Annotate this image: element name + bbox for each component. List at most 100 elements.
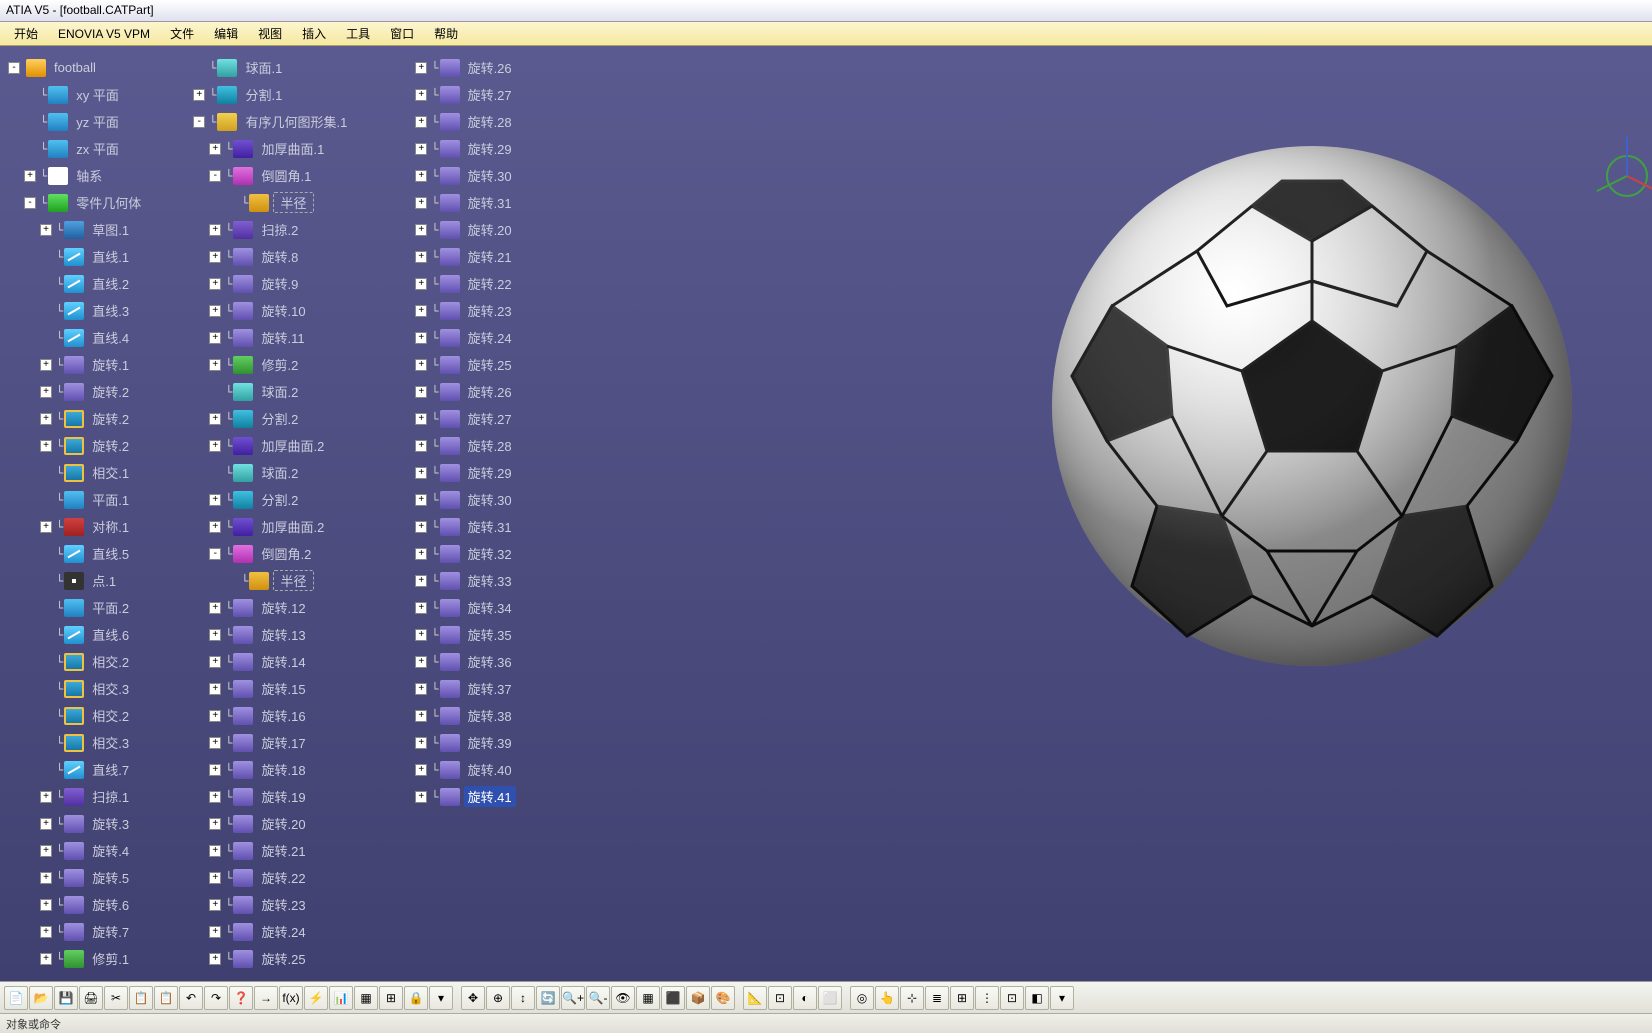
menu-帮助[interactable]: 帮助 xyxy=(424,25,468,42)
menu-工具[interactable]: 工具 xyxy=(336,25,380,42)
view-compass[interactable] xyxy=(1587,126,1652,206)
expand-icon[interactable]: + xyxy=(209,926,221,938)
tree-node-8[interactable]: └直线.2 xyxy=(4,270,157,297)
tree-node-39[interactable]: └半径 xyxy=(157,189,363,216)
expand-icon[interactable]: + xyxy=(415,575,427,587)
expand-icon[interactable]: + xyxy=(415,251,427,263)
tree-node-49[interactable]: └球面.2 xyxy=(157,459,363,486)
toolbar-button-19[interactable]: ✥ xyxy=(461,986,485,1010)
expand-icon[interactable]: + xyxy=(415,170,427,182)
tree-node-55[interactable]: +└旋转.13 xyxy=(157,621,363,648)
tree-node-85[interactable]: +└旋转.31 xyxy=(363,513,527,540)
tree-node-10[interactable]: └直线.4 xyxy=(4,324,157,351)
menu-ENOVIA V5 VPM[interactable]: ENOVIA V5 VPM xyxy=(48,27,160,41)
tree-node-1[interactable]: └xy 平面 xyxy=(4,81,157,108)
toolbar-button-39[interactable]: ≣ xyxy=(925,986,949,1010)
tree-node-35[interactable]: +└分割.1 xyxy=(157,81,363,108)
menu-窗口[interactable]: 窗口 xyxy=(380,25,424,42)
toolbar-button-12[interactable]: ⚡ xyxy=(304,986,328,1010)
tree-node-13[interactable]: +└旋转.2 xyxy=(4,405,157,432)
expand-icon[interactable]: + xyxy=(415,197,427,209)
tree-node-82[interactable]: +└旋转.28 xyxy=(363,432,527,459)
expand-icon[interactable]: + xyxy=(415,89,427,101)
expand-icon[interactable]: + xyxy=(209,953,221,965)
toolbar-button-37[interactable]: 👆 xyxy=(875,986,899,1010)
expand-icon[interactable]: + xyxy=(40,872,52,884)
toolbar-button-7[interactable]: ↶ xyxy=(179,986,203,1010)
tree-node-69[interactable]: +└旋转.27 xyxy=(363,81,527,108)
expand-icon[interactable]: + xyxy=(209,440,221,452)
tree-node-43[interactable]: +└旋转.10 xyxy=(157,297,363,324)
toolbar-button-15[interactable]: ⊞ xyxy=(379,986,403,1010)
expand-icon[interactable]: + xyxy=(40,953,52,965)
expand-icon[interactable]: + xyxy=(209,224,221,236)
tree-node-50[interactable]: +└分割.2 xyxy=(157,486,363,513)
toolbar-button-31[interactable]: 📐 xyxy=(743,986,767,1010)
tree-node-15[interactable]: └相交.1 xyxy=(4,459,157,486)
tree-node-80[interactable]: +└旋转.26 xyxy=(363,378,527,405)
toolbar-button-2[interactable]: 💾 xyxy=(54,986,78,1010)
tree-node-64[interactable]: +└旋转.22 xyxy=(157,864,363,891)
tree-node-66[interactable]: +└旋转.24 xyxy=(157,918,363,945)
toolbar-button-44[interactable]: ▾ xyxy=(1050,986,1074,1010)
toolbar-button-42[interactable]: ⊡ xyxy=(1000,986,1024,1010)
expand-icon[interactable]: + xyxy=(209,845,221,857)
expand-icon[interactable]: - xyxy=(193,116,205,128)
tree-node-11[interactable]: +└旋转.1 xyxy=(4,351,157,378)
tree-node-88[interactable]: +└旋转.34 xyxy=(363,594,527,621)
tree-node-12[interactable]: +└旋转.2 xyxy=(4,378,157,405)
3d-viewport[interactable] xyxy=(1002,96,1622,716)
expand-icon[interactable]: + xyxy=(193,89,205,101)
tree-node-34[interactable]: └球面.1 xyxy=(157,54,363,81)
tree-node-70[interactable]: +└旋转.28 xyxy=(363,108,527,135)
tree-node-78[interactable]: +└旋转.24 xyxy=(363,324,527,351)
toolbar-button-34[interactable]: ⬜ xyxy=(818,986,842,1010)
tree-node-75[interactable]: +└旋转.21 xyxy=(363,243,527,270)
toolbar-button-23[interactable]: 🔍+ xyxy=(561,986,585,1010)
expand-icon[interactable]: + xyxy=(415,683,427,695)
tree-node-47[interactable]: +└分割.2 xyxy=(157,405,363,432)
toolbar-button-32[interactable]: ⊡ xyxy=(768,986,792,1010)
expand-icon[interactable]: + xyxy=(209,818,221,830)
tree-node-28[interactable]: +└旋转.3 xyxy=(4,810,157,837)
expand-icon[interactable]: + xyxy=(40,521,52,533)
expand-icon[interactable]: + xyxy=(415,440,427,452)
expand-icon[interactable]: + xyxy=(415,305,427,317)
tree-node-67[interactable]: +└旋转.25 xyxy=(157,945,363,972)
tree-node-61[interactable]: +└旋转.19 xyxy=(157,783,363,810)
expand-icon[interactable]: + xyxy=(415,224,427,236)
toolbar-button-4[interactable]: ✂ xyxy=(104,986,128,1010)
menu-编辑[interactable]: 编辑 xyxy=(204,25,248,42)
expand-icon[interactable]: + xyxy=(415,629,427,641)
tree-node-58[interactable]: +└旋转.16 xyxy=(157,702,363,729)
expand-icon[interactable]: - xyxy=(24,197,36,209)
expand-icon[interactable]: - xyxy=(209,170,221,182)
tree-node-7[interactable]: └直线.1 xyxy=(4,243,157,270)
expand-icon[interactable]: + xyxy=(415,278,427,290)
tree-node-36[interactable]: -└有序几何图形集.1 xyxy=(157,108,363,135)
expand-icon[interactable]: + xyxy=(40,440,52,452)
football-model[interactable] xyxy=(1052,146,1572,666)
menu-文件[interactable]: 文件 xyxy=(160,25,204,42)
expand-icon[interactable]: + xyxy=(209,737,221,749)
expand-icon[interactable]: + xyxy=(209,683,221,695)
expand-icon[interactable]: + xyxy=(40,818,52,830)
tree-node-27[interactable]: +└扫掠.1 xyxy=(4,783,157,810)
toolbar-button-40[interactable]: ⊞ xyxy=(950,986,974,1010)
tree-node-62[interactable]: +└旋转.20 xyxy=(157,810,363,837)
toolbar-button-16[interactable]: 🔒 xyxy=(404,986,428,1010)
expand-icon[interactable]: + xyxy=(415,62,427,74)
tree-node-40[interactable]: +└扫掠.2 xyxy=(157,216,363,243)
toolbar-button-43[interactable]: ◧ xyxy=(1025,986,1049,1010)
tree-node-73[interactable]: +└旋转.31 xyxy=(363,189,527,216)
toolbar-button-9[interactable]: ❓ xyxy=(229,986,253,1010)
tree-node-9[interactable]: └直线.3 xyxy=(4,297,157,324)
tree-node-25[interactable]: └相交.3 xyxy=(4,729,157,756)
expand-icon[interactable]: + xyxy=(415,791,427,803)
toolbar-button-3[interactable]: 🖨 xyxy=(79,986,103,1010)
expand-icon[interactable]: + xyxy=(40,926,52,938)
tree-node-51[interactable]: +└加厚曲面.2 xyxy=(157,513,363,540)
tree-node-44[interactable]: +└旋转.11 xyxy=(157,324,363,351)
expand-icon[interactable]: + xyxy=(209,521,221,533)
expand-icon[interactable]: + xyxy=(209,872,221,884)
